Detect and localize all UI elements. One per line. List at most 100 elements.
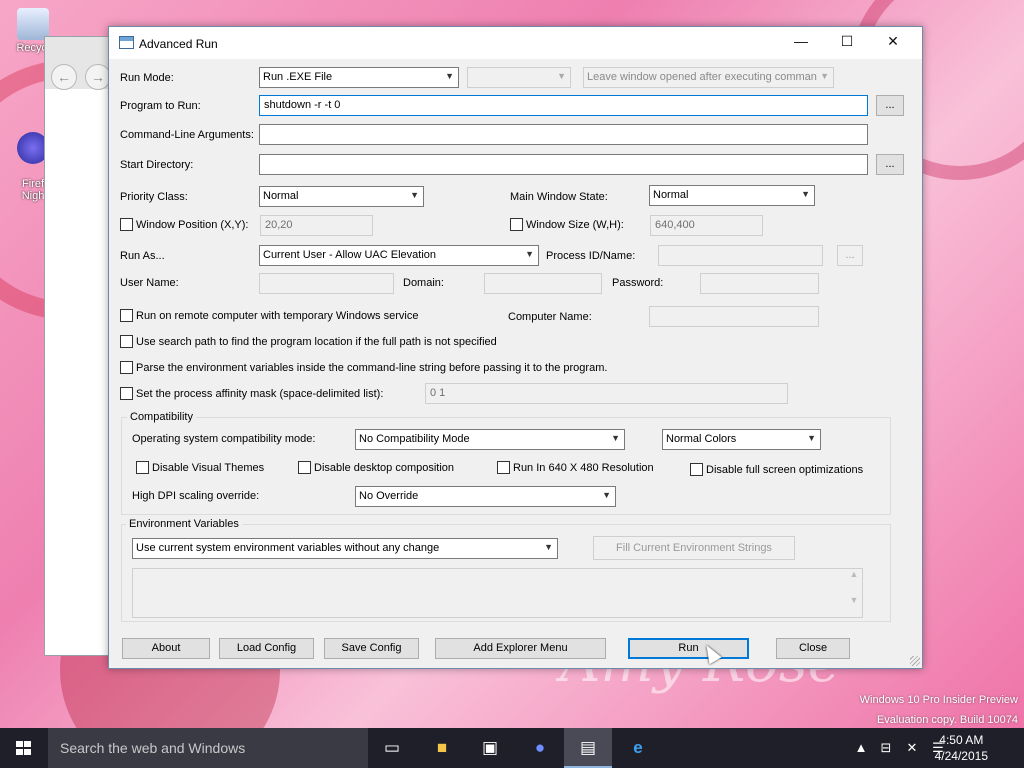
priority-class-label: Priority Class: [120,191,188,203]
start-directory-label: Start Directory: [120,159,194,171]
user-name-input [259,273,394,294]
computer-name-input [649,306,819,327]
high-dpi-value: No Override [359,490,419,502]
user-name-label: User Name: [120,277,179,289]
command-line-arguments-label: Command-Line Arguments: [120,129,254,141]
chevron-down-icon: ▼ [820,71,829,81]
affinity-mask-label: Set the process affinity mask (space-del… [136,387,384,400]
start-directory-input[interactable] [259,154,868,175]
window-position-label: Window Position (X,Y): [136,218,249,231]
run-mode-label: Run Mode: [120,72,174,84]
disable-fullscreen-optimizations-label: Disable full screen optimizations [706,463,864,476]
window-title: Advanced Run [139,37,218,51]
program-browse-button[interactable]: ... [876,95,904,116]
disable-visual-themes-label: Disable Visual Themes [152,461,265,474]
load-config-button[interactable]: Load Config [219,638,314,659]
network-icon[interactable]: ⊟ [874,728,898,768]
run-on-remote-label: Run on remote computer with temporary Wi… [136,309,419,322]
environment-mode-select[interactable]: Use current system environment variables… [132,538,558,559]
run-as-select[interactable]: Current User - Allow UAC Elevation ▼ [259,245,539,266]
chevron-down-icon: ▼ [557,71,566,81]
main-window-state-select[interactable]: Normal ▼ [649,185,815,206]
close-window-button[interactable]: ✕ [870,27,916,57]
desktop-icon-label: Firef Nigh [21,178,45,202]
program-to-run-input[interactable]: shutdown -r -t 0 [259,95,868,116]
resize-grip[interactable] [910,656,920,666]
minimize-button[interactable]: — [778,27,824,57]
volume-muted-icon[interactable]: ✕ [900,728,924,768]
checkbox-box [120,309,133,322]
checkbox-box [120,361,133,374]
window-position-input: 20,20 [260,215,373,236]
disable-fullscreen-optimizations-checkbox[interactable]: Disable full screen optimizations [690,463,863,476]
about-button[interactable]: About [122,638,210,659]
save-config-button[interactable]: Save Config [324,638,419,659]
disable-desktop-composition-label: Disable desktop composition [314,461,455,474]
affinity-mask-checkbox[interactable]: Set the process affinity mask (space-del… [120,387,383,400]
file-explorer-icon[interactable]: ■ [418,728,466,768]
advanced-run-window: Advanced Run — ☐ ✕ Run Mode: Run .EXE Fi… [108,26,923,669]
run-as-value: Current User - Allow UAC Elevation [263,249,437,261]
command-line-arguments-input[interactable] [259,124,868,145]
run-button[interactable]: Run [628,638,749,659]
window-size-checkbox[interactable]: Window Size (W,H): [510,218,624,231]
compatibility-group-title: Compatibility [127,411,196,423]
environment-group-title: Environment Variables [126,518,242,530]
window-size-label: Window Size (W,H): [526,218,624,231]
disable-visual-themes-checkbox[interactable]: Disable Visual Themes [136,461,264,474]
main-window-state-label: Main Window State: [510,191,608,203]
domain-label: Domain: [403,277,444,289]
high-dpi-select[interactable]: No Override ▼ [355,486,616,507]
affinity-mask-input: 0 1 [425,383,788,404]
clock-date: 4/24/2015 [934,749,988,763]
window-size-input: 640,400 [650,215,763,236]
internet-explorer-icon[interactable]: e [614,728,662,768]
environment-mode-value: Use current system environment variables… [136,542,440,554]
run-on-remote-checkbox[interactable]: Run on remote computer with temporary Wi… [120,309,418,322]
checkbox-box [298,461,311,474]
start-directory-browse-button[interactable]: ... [876,154,904,175]
parse-environment-checkbox[interactable]: Parse the environment variables inside t… [120,361,607,374]
back-arrow-icon[interactable]: ← [51,64,77,90]
advanced-run-taskbar-icon[interactable]: ▤ [564,728,612,768]
os-compatibility-select[interactable]: No Compatibility Mode ▼ [355,429,625,450]
background-explorer-window[interactable]: ← → [44,36,116,656]
task-view-icon[interactable]: ▭ [368,728,416,768]
close-button[interactable]: Close [776,638,850,659]
color-mode-value: Normal Colors [666,433,737,445]
maximize-button[interactable]: ☐ [824,27,870,57]
priority-class-select[interactable]: Normal ▼ [259,186,424,207]
system-clock[interactable]: 4:50 AM 4/24/2015 [935,732,988,764]
watermark-line-2: Evaluation copy. Build 10074 [876,714,1018,726]
parse-environment-label: Parse the environment variables inside t… [136,361,608,374]
window-position-checkbox[interactable]: Window Position (X,Y): [120,218,248,231]
run-mode-aux-select: ▼ [467,67,571,88]
store-icon[interactable]: ▣ [466,728,514,768]
title-bar[interactable]: Advanced Run — ☐ ✕ [109,27,922,59]
run-mode-value: Run .EXE File [263,71,333,83]
checkbox-box [510,218,523,231]
checkbox-box [120,218,133,231]
chevron-down-icon: ▼ [801,189,810,199]
windows-logo-icon [16,741,31,755]
disable-desktop-composition-checkbox[interactable]: Disable desktop composition [298,461,454,474]
use-search-path-label: Use search path to find the program loca… [136,335,497,348]
chevron-down-icon: ▼ [602,490,611,500]
color-mode-select[interactable]: Normal Colors ▼ [662,429,821,450]
add-explorer-menu-button[interactable]: Add Explorer Menu [435,638,606,659]
watermark-line-1: Windows 10 Pro Insider Preview [859,694,1018,706]
show-hidden-icons-chevron-icon[interactable]: ▲ [852,728,870,768]
computer-name-label: Computer Name: [508,311,592,323]
start-button[interactable] [0,728,48,768]
os-compatibility-value: No Compatibility Mode [359,433,470,445]
firefox-nightly-taskbar-icon[interactable]: ● [516,728,564,768]
use-search-path-checkbox[interactable]: Use search path to find the program loca… [120,335,497,348]
checkbox-box [690,463,703,476]
process-id-browse-button: ... [837,245,863,266]
leave-window-value: Leave window opened after executing comm… [587,71,817,83]
program-to-run-label: Program to Run: [120,100,201,112]
taskbar-search-box[interactable]: Search the web and Windows [48,728,368,768]
checkbox-box [136,461,149,474]
run-mode-select[interactable]: Run .EXE File ▼ [259,67,459,88]
run-640x480-checkbox[interactable]: Run In 640 X 480 Resolution [497,461,654,474]
